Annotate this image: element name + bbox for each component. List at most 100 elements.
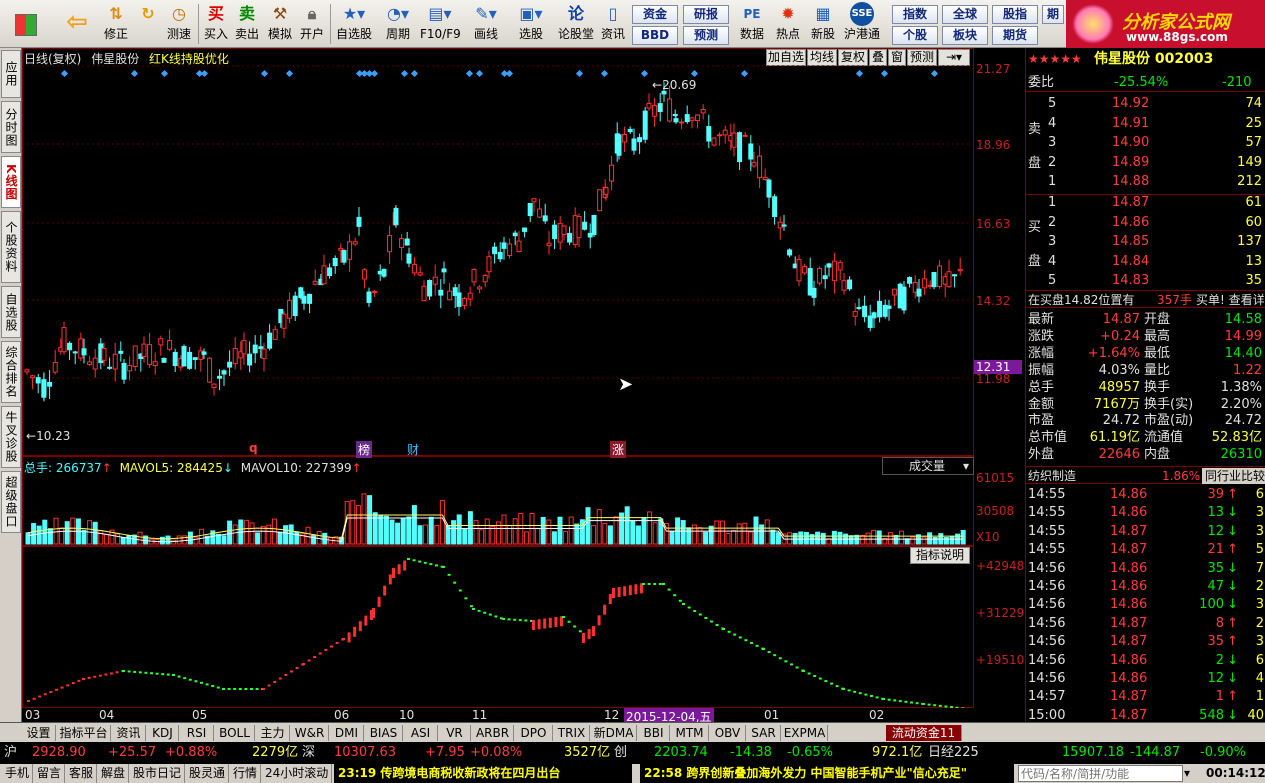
sell-level-row[interactable]: 4 14.91 25 (1026, 115, 1265, 133)
indicator-tab[interactable]: DPO (515, 725, 553, 741)
price-tick: 21.27 (976, 62, 1011, 76)
up-down-button[interactable]: ⇅ 修正 (101, 2, 131, 46)
stock-select-button[interactable]: ▣▾ 选股 (511, 2, 551, 46)
news-item-1[interactable]: 23:19 传跨境电商税收新政将在四月出台 (334, 764, 632, 783)
toolbar-label: 卖出 (234, 27, 259, 41)
marker-finance[interactable]: 财 (407, 441, 419, 458)
news-button[interactable]: ▯ 资讯 (598, 2, 628, 46)
indicator-tab[interactable]: OBV (710, 725, 746, 741)
news-item-2[interactable]: 22:58 跨界创新叠加海外发力 中国智能手机产业"信心充足" (640, 764, 1014, 783)
buy-level-row[interactable]: 2 14.86 60 (1026, 214, 1265, 232)
buy-level-row[interactable]: 1 14.87 61 (1026, 194, 1265, 212)
hk-connect-button[interactable]: SSE 沪港通 (842, 2, 882, 46)
status-diary[interactable]: 股市日记 (130, 764, 186, 783)
indicator-tab[interactable]: W&R (291, 725, 329, 741)
tick-volume: 35 (1207, 634, 1224, 650)
chart-area[interactable]: 日线(复权) 伟星股份 红K线持股优化 加自选 均线 复权 叠 窗 预测 ⇥▾ … (22, 48, 1025, 725)
bid-note-link[interactable]: 买单! 查看详细 (1196, 291, 1265, 309)
indicator-tab[interactable]: ASI (404, 725, 438, 741)
new-stock-button[interactable]: ▦ 新股 (806, 2, 840, 46)
futures-index-button[interactable]: 股指 (992, 5, 1038, 24)
candle-body (672, 114, 678, 117)
single-stock-button[interactable]: 个股 (892, 26, 938, 45)
indicator-help-button[interactable]: 指标说明 (910, 547, 970, 564)
data-button[interactable]: PE 数据 (736, 2, 768, 46)
hot-button[interactable]: ✹ 热点 (772, 2, 804, 46)
simulate-button[interactable]: ⚒ 模拟 (264, 2, 296, 46)
marker-rise[interactable]: 涨 (610, 441, 627, 458)
left-tab-kline[interactable]: K线图 (1, 156, 21, 208)
forum-button[interactable]: 论 论股堂 (556, 2, 596, 46)
status-phone[interactable]: 手机 (2, 764, 34, 783)
left-tab-profile[interactable]: 个股资料 (1, 211, 21, 283)
search-dropdown-icon[interactable]: ▾ (1184, 764, 1190, 783)
refresh-button[interactable]: ↻ (133, 2, 163, 46)
indicator-tab[interactable]: KDJ (147, 725, 179, 741)
left-tab-ranking[interactable]: 综合排名 (1, 341, 21, 403)
watchlist-button[interactable]: ★▾ 自选股 (333, 2, 375, 46)
left-tab-intraday[interactable]: 分时图 (1, 101, 21, 153)
research-button[interactable]: 研报 (683, 5, 729, 24)
indicator-tab[interactable]: ARBR (472, 725, 514, 741)
status-message[interactable]: 留言 (34, 764, 66, 783)
status-service[interactable]: 客服 (66, 764, 98, 783)
indicator-tab[interactable]: 设置 (22, 725, 56, 741)
index-button[interactable]: 指数 (892, 5, 938, 24)
indicator-tab[interactable]: 主力 (256, 725, 290, 741)
indicator-select[interactable]: 成交量 ▾ (882, 457, 974, 475)
industry-name[interactable]: 纺织制造 (1028, 467, 1076, 485)
status-quote[interactable]: 行情 (230, 764, 262, 783)
status-tong[interactable]: 股灵通 (186, 764, 230, 783)
buy-level-row[interactable]: 3 14.85 137 (1026, 233, 1265, 251)
sell-level-row[interactable]: 5 14.92 74 (1026, 95, 1265, 113)
sell-level-row[interactable]: 1 14.88 212 (1026, 173, 1265, 191)
indicator-tab[interactable]: EXPMA (782, 725, 828, 741)
menu-button[interactable] (6, 2, 46, 46)
search-input[interactable] (1018, 765, 1183, 782)
sell-level-row[interactable]: 3 14.90 57 (1026, 134, 1265, 152)
sell-level-row[interactable]: 2 14.89 149 (1026, 154, 1265, 172)
status-24h[interactable]: 24小时滚动 (262, 764, 333, 783)
buy-button[interactable]: 买 买入 (201, 2, 231, 46)
indicator-tab[interactable]: SAR (747, 725, 781, 741)
open-account-button[interactable]: 🔒︎ 开户 (297, 2, 327, 46)
forecast-button[interactable]: 预测 (683, 26, 729, 45)
left-tab-apps[interactable]: 应用 (1, 50, 21, 98)
sell-button[interactable]: 卖 卖出 (232, 2, 262, 46)
signal-diamond (690, 69, 699, 78)
futures-short-button[interactable]: 期 (1042, 5, 1064, 24)
speed-test-button[interactable]: ◷ 测速 (164, 2, 194, 46)
marker-rank[interactable]: 榜 (356, 441, 373, 458)
back-button[interactable]: ⇦ (60, 2, 94, 46)
left-tab-diagnosis[interactable]: 牛叉诊股 (1, 406, 21, 468)
left-tab-watchlist[interactable]: 自选股 (1, 286, 21, 338)
industry-compare-button[interactable]: 同行业比较 (1202, 468, 1265, 484)
f10-button[interactable]: ▤▾ F10/F9 (420, 2, 461, 46)
indicator-tab[interactable]: 新DMA (591, 725, 637, 741)
indicator-tab[interactable]: 指标平台 (57, 725, 111, 741)
indicator-tab[interactable]: BBI (638, 725, 670, 741)
marker-q[interactable]: q (249, 441, 258, 455)
status-analysis[interactable]: 解盘 (98, 764, 130, 783)
global-button[interactable]: 全球 (942, 5, 988, 24)
volume-bar (193, 536, 199, 545)
bbd-button[interactable]: BBD (632, 26, 678, 45)
indicator-tab[interactable]: 流动资金11 (886, 725, 962, 741)
indicator-tab[interactable]: DMI (330, 725, 364, 741)
indicator-tab[interactable]: 资讯 (112, 725, 146, 741)
left-tab-level2[interactable]: 超级盘口 (1, 471, 21, 533)
indicator-tab[interactable]: TRIX (554, 725, 590, 741)
period-button[interactable]: ◔▾ 周期 (378, 2, 418, 46)
indicator-tab[interactable]: BOLL (215, 725, 255, 741)
indicator-tab[interactable]: RSI (180, 725, 214, 741)
indicator-tab[interactable]: BIAS (365, 725, 403, 741)
bid-note-row[interactable]: 在买盘14.82位置有 357手 买单! 查看详细 (1026, 290, 1265, 308)
futures-button[interactable]: 期货 (992, 26, 1038, 45)
sector-button[interactable]: 板块 (942, 26, 988, 45)
buy-level-row[interactable]: 5 14.83 35 (1026, 272, 1265, 290)
indicator-tab[interactable]: MTM (671, 725, 709, 741)
indicator-tab[interactable]: VR (439, 725, 471, 741)
fund-button[interactable]: 资金 (632, 5, 678, 24)
draw-line-button[interactable]: ✎▾ 画线 (465, 2, 507, 46)
buy-level-row[interactable]: 4 14.84 13 (1026, 253, 1265, 271)
